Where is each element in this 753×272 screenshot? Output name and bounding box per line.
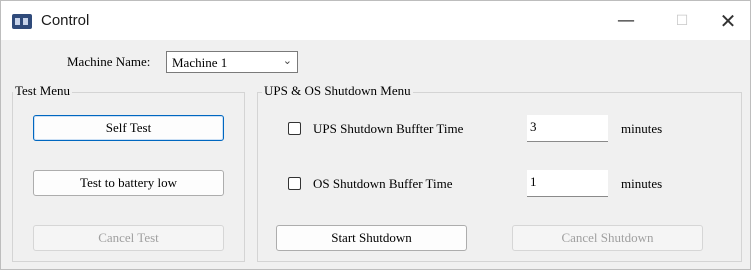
ups-shutdown-checkbox[interactable] <box>288 122 301 135</box>
machine-name-value: Machine 1 <box>172 55 228 70</box>
machine-name-label: Machine Name: <box>67 54 151 69</box>
ups-shutdown-unit: minutes <box>621 121 663 136</box>
test-menu-title: Test Menu <box>13 83 73 99</box>
test-battery-low-button[interactable]: Test to battery low <box>33 170 224 196</box>
os-shutdown-input[interactable]: 1 <box>527 170 608 197</box>
os-shutdown-checkbox[interactable] <box>288 177 301 190</box>
close-button[interactable]: ✕ <box>705 1 751 40</box>
cancel-test-button: Cancel Test <box>33 225 224 251</box>
window-title: Control <box>41 12 90 29</box>
ups-shutdown-input[interactable]: 3 <box>527 115 608 142</box>
ups-shutdown-value: 3 <box>530 119 537 134</box>
shutdown-menu-title: UPS & OS Shutdown Menu <box>262 83 413 99</box>
ups-shutdown-label: UPS Shutdown Buffter Time <box>313 121 464 136</box>
machine-name-select[interactable]: Machine 1 ⌄ <box>166 51 298 73</box>
self-test-button[interactable]: Self Test <box>33 115 224 141</box>
title-bar[interactable]: Control — ☐ ✕ <box>1 1 750 40</box>
start-shutdown-button[interactable]: Start Shutdown <box>276 225 467 251</box>
os-shutdown-value: 1 <box>530 174 537 189</box>
os-shutdown-unit: minutes <box>621 176 663 191</box>
minimize-button[interactable]: — <box>603 1 649 40</box>
chevron-down-icon: ⌄ <box>282 54 292 67</box>
cancel-shutdown-button: Cancel Shutdown <box>512 225 703 251</box>
control-window: Control — ☐ ✕ Machine Name: Machine 1 ⌄ … <box>0 0 751 270</box>
maximize-button: ☐ <box>675 12 689 29</box>
app-icon <box>12 14 32 29</box>
os-shutdown-label: OS Shutdown Buffer Time <box>313 176 453 191</box>
